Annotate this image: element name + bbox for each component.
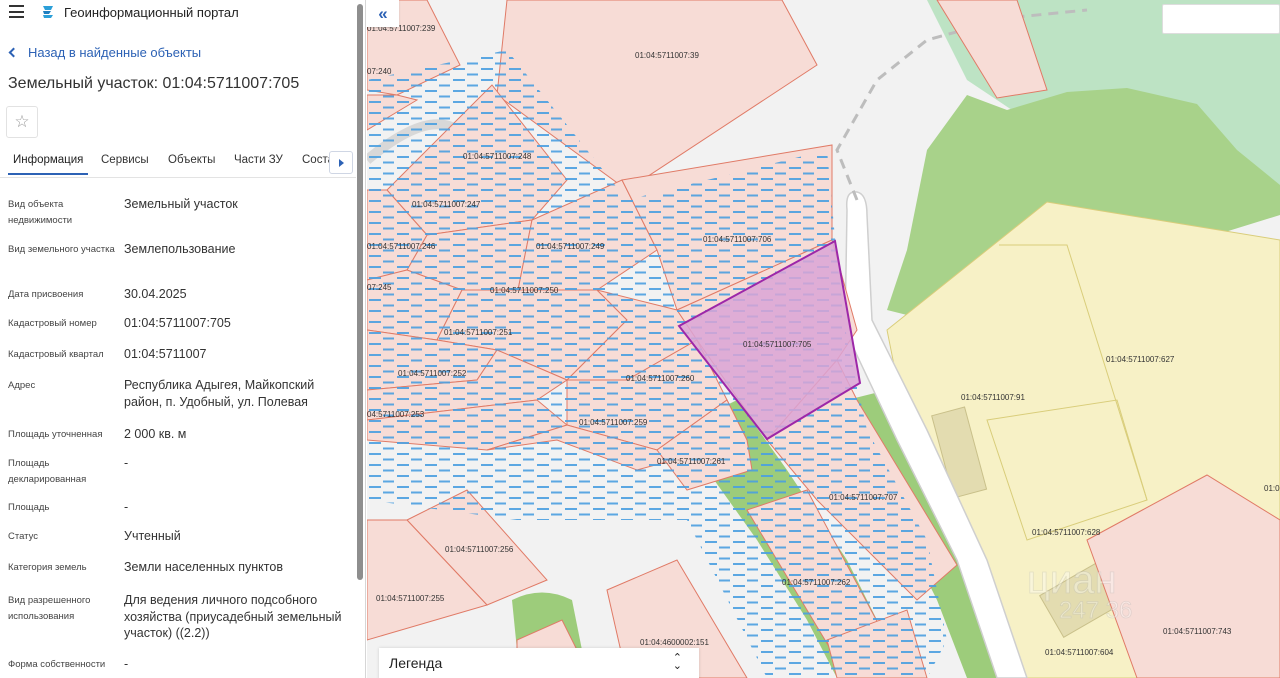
double-chevron-left-icon: «: [378, 3, 388, 23]
back-link-label: Назад в найденные объекты: [28, 45, 202, 60]
back-to-results-link[interactable]: Назад в найденные объекты: [8, 45, 202, 60]
prop-label: Вид объекта недвижимости: [8, 199, 73, 226]
tab-objects[interactable]: Объекты: [168, 154, 215, 166]
portal-logo-icon: [43, 6, 53, 18]
parcel-label: 07:240: [367, 67, 392, 76]
parcel-label: 01:04:5711007:743: [1163, 627, 1232, 636]
prop-label: Форма собственности: [8, 659, 106, 670]
parcel-label: 01:04:5711007:249: [536, 242, 605, 251]
watermark-text: циан: [1027, 558, 1117, 602]
parcel-label: 01:0: [1264, 484, 1280, 493]
parcel-label: 01:04:5711007:256: [445, 545, 514, 554]
parcel-label: 01:04:5711007:248: [463, 152, 532, 161]
menu-icon[interactable]: [9, 5, 24, 18]
panel-scrollbar[interactable]: [357, 4, 363, 580]
prop-label: Площадь декларированная: [8, 458, 87, 485]
prop-label: Вид земельного участка: [8, 244, 115, 255]
tabs-scroll-right-button[interactable]: [329, 151, 353, 174]
parcel-label: 01:04:5711007:250: [490, 286, 559, 295]
prop-value: Земельный участок: [124, 197, 238, 211]
parcel-label: 01:04:5711007:39: [635, 51, 699, 60]
prop-value: Земли населенных пунктов: [124, 560, 283, 574]
prop-value: 01:04:5711007: [124, 347, 207, 361]
parcel-label: 01:04:5711007:247: [412, 200, 481, 209]
parcel-label: 04:5711007:253: [367, 410, 425, 419]
parcel-label: 01:04:5711007:259: [579, 418, 648, 427]
top-bar: Геоинформационный портал: [0, 0, 365, 26]
prop-value: -: [124, 456, 129, 470]
parcel-label: 01:04:5711007:707: [829, 493, 898, 502]
prop-label: Дата присвоения: [8, 289, 84, 300]
tab-parts[interactable]: Части ЗУ: [234, 154, 283, 166]
parcel-label: 01:04:5711007:604: [1045, 648, 1114, 657]
prop-value: 2 000 кв. м: [124, 427, 187, 441]
prop-value: -: [124, 500, 129, 514]
parcel-label: 01:04:5711007:706: [703, 235, 772, 244]
map-canvas[interactable]: 01:04:5711007:239 07:240 01:04:5711007:3…: [367, 0, 1280, 678]
map-search-box[interactable]: [1162, 4, 1280, 34]
prop-value: Республика Адыгея, Майкопский район, п. …: [124, 378, 315, 409]
tab-info[interactable]: Информация: [7, 154, 89, 175]
parcel-label: 01:04:5711007:251: [444, 328, 513, 337]
map-view[interactable]: 01:04:5711007:239 07:240 01:04:5711007:3…: [367, 0, 1280, 678]
prop-label: Категория земель: [8, 562, 87, 573]
favorite-star-button[interactable]: ☆: [6, 106, 38, 138]
expand-collapse-icon[interactable]: ⌃ ⌄: [673, 653, 682, 672]
legend-panel[interactable]: Легенда ⌃ ⌄: [379, 648, 699, 678]
info-panel: Геоинформационный портал Назад в найденн…: [0, 0, 366, 678]
chevron-left-icon: [8, 47, 19, 58]
parcel-label: 01:04:5711007:705: [743, 340, 812, 349]
chevron-right-icon: [338, 158, 344, 167]
prop-label: Кадастровый номер: [8, 318, 97, 329]
parcel-label: 01:04:5711007:252: [398, 369, 467, 378]
prop-value: 30.04.2025: [124, 287, 187, 301]
tabs-bar: Информация Сервисы Объекты Части ЗУ Сост…: [0, 148, 356, 178]
prop-label: Вид разрешенного использования: [8, 595, 91, 622]
parcel-label: 01:04:5711007:628: [1032, 528, 1101, 537]
app-title: Геоинформационный портал: [64, 5, 239, 20]
parcel-label: 01:04:4600002:151: [640, 638, 710, 647]
prop-label: Кадастровый квартал: [8, 349, 104, 360]
prop-value: 01:04:5711007:705: [124, 316, 231, 330]
collapse-panel-button[interactable]: «: [367, 0, 399, 27]
watermark-number: 247 36: [1059, 597, 1132, 624]
star-icon: ☆: [14, 112, 30, 131]
legend-title: Легенда: [389, 655, 443, 671]
prop-value: Землепользование: [124, 242, 236, 256]
prop-value: Учтенный: [124, 529, 181, 543]
prop-label: Адрес: [8, 380, 36, 391]
page-title: Земельный участок: 01:04:5711007:705: [8, 75, 300, 92]
parcel-label: 01:04:5711007:261: [657, 457, 726, 466]
prop-label: Статус: [8, 531, 39, 542]
prop-label: Площадь: [8, 502, 50, 513]
parcel-label: 07:245: [367, 283, 392, 292]
tab-services[interactable]: Сервисы: [101, 154, 149, 166]
parcel-label: 01:04:5711007:627: [1106, 355, 1175, 364]
prop-value: Для ведения личного подсобного хозяйства…: [124, 593, 342, 640]
parcel-label: 01:04:5711007:262: [782, 578, 851, 587]
parcel-label: 01:04:5711007:255: [376, 594, 445, 603]
parcel-label: 01:04:5711007:260: [626, 374, 695, 383]
prop-label: Площадь уточненная: [8, 429, 103, 440]
parcel-label: 01:04:5711007:246: [367, 242, 436, 251]
prop-value: -: [124, 657, 129, 671]
parcel-label: 01:04:5711007:91: [961, 393, 1025, 402]
